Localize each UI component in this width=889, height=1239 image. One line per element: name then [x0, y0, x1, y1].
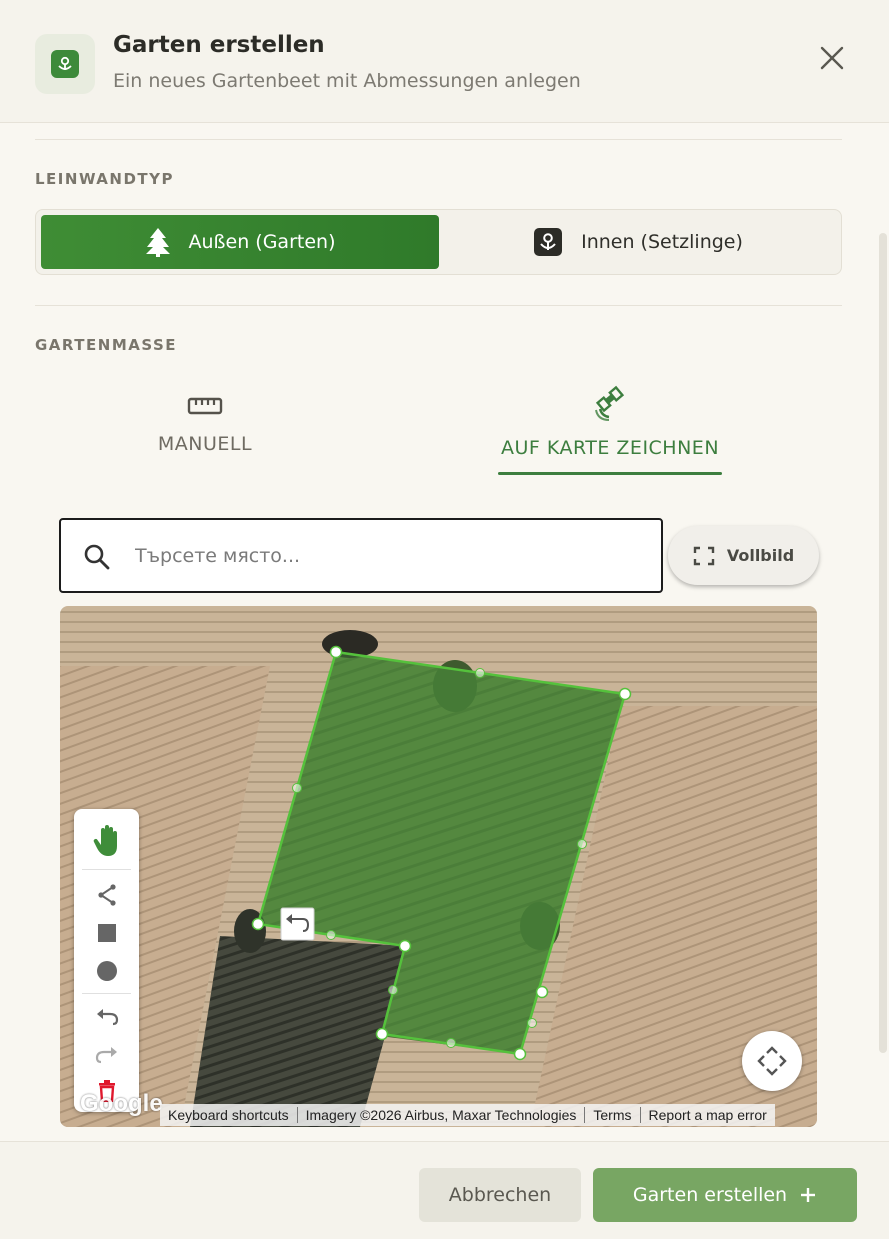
- satellite-imagery[interactable]: [60, 606, 817, 1127]
- divider: [35, 305, 842, 306]
- satellite-icon: [595, 385, 625, 421]
- google-logo: Google: [80, 1090, 163, 1117]
- fullscreen-icon: [693, 546, 715, 565]
- active-tab-indicator: [498, 472, 722, 475]
- seedling-icon: [534, 228, 563, 256]
- canvas-option-indoor[interactable]: Innen (Setzlinge): [439, 215, 837, 269]
- search-box: [59, 518, 663, 593]
- circle-icon: [96, 961, 117, 981]
- toolbar-separator: [82, 869, 131, 870]
- tab-draw-on-map[interactable]: AUF KARTE ZEICHNEN: [498, 385, 722, 477]
- tab-label: MANUELL: [157, 433, 253, 455]
- fullscreen-button[interactable]: Vollbild: [668, 526, 819, 585]
- rectangle-icon: [97, 924, 116, 942]
- recenter-icon: [757, 1046, 787, 1076]
- search-input[interactable]: [135, 534, 635, 578]
- close-button[interactable]: [814, 40, 850, 76]
- fullscreen-label: Vollbild: [726, 546, 795, 565]
- create-garden-button[interactable]: Garten erstellen: [593, 1168, 857, 1222]
- search-icon: [84, 544, 110, 570]
- toolbar-separator: [82, 993, 131, 994]
- rectangle-tool[interactable]: [74, 915, 139, 951]
- imagery-credit: Imagery ©2026 Airbus, Maxar Technologies: [298, 1107, 586, 1123]
- divider: [35, 139, 842, 140]
- redo-tool[interactable]: [74, 1037, 139, 1073]
- canvas-type-selector: Außen (Garten) Innen (Setzlinge): [35, 209, 842, 275]
- polyline-icon: [97, 884, 116, 906]
- dialog-title: Garten erstellen: [113, 32, 325, 58]
- dialog-header: Garten erstellen Ein neues Gartenbeet mi…: [0, 0, 889, 123]
- dialog-footer: Abbrechen Garten erstellen: [0, 1141, 889, 1239]
- report-error-link[interactable]: Report a map error: [641, 1107, 775, 1123]
- circle-tool[interactable]: [74, 953, 139, 989]
- drawing-toolbar: [74, 809, 139, 1112]
- redo-icon: [95, 1047, 117, 1064]
- flower-icon: [51, 50, 79, 78]
- polyline-tool[interactable]: [74, 877, 139, 913]
- undo-icon: [96, 1009, 118, 1026]
- terms-link[interactable]: Terms: [585, 1107, 641, 1123]
- close-icon: [820, 46, 844, 70]
- ruler-icon: [187, 397, 223, 415]
- cancel-button[interactable]: Abbrechen: [419, 1168, 581, 1222]
- hand-tool[interactable]: [74, 817, 139, 865]
- keyboard-shortcuts-link[interactable]: Keyboard shortcuts: [160, 1107, 298, 1123]
- dimensions-label: GARTENMASSE: [35, 336, 178, 354]
- canvas-option-label: Innen (Setzlinge): [581, 231, 743, 253]
- map-view[interactable]: Google Keyboard shortcuts Imagery ©2026 …: [60, 606, 817, 1127]
- scrollbar[interactable]: [877, 125, 889, 1140]
- dialog-subtitle: Ein neues Gartenbeet mit Abmessungen anl…: [113, 70, 581, 92]
- canvas-option-label: Außen (Garten): [188, 231, 336, 253]
- tab-label: AUF KARTE ZEICHNEN: [500, 437, 720, 459]
- scrollbar-thumb[interactable]: [879, 233, 887, 1053]
- hand-icon: [93, 825, 117, 856]
- create-garden-label: Garten erstellen: [632, 1184, 788, 1206]
- tab-manual[interactable]: MANUELL: [140, 395, 270, 477]
- header-icon-container: [35, 34, 95, 94]
- tree-icon: [145, 228, 170, 257]
- recenter-button[interactable]: [742, 1031, 802, 1091]
- plus-icon: [801, 1188, 816, 1202]
- canvas-option-outdoor[interactable]: Außen (Garten): [41, 215, 439, 269]
- canvas-type-label: LEINWANDTYP: [35, 170, 175, 188]
- map-attribution: Keyboard shortcuts Imagery ©2026 Airbus,…: [160, 1104, 775, 1126]
- undo-tool[interactable]: [74, 999, 139, 1035]
